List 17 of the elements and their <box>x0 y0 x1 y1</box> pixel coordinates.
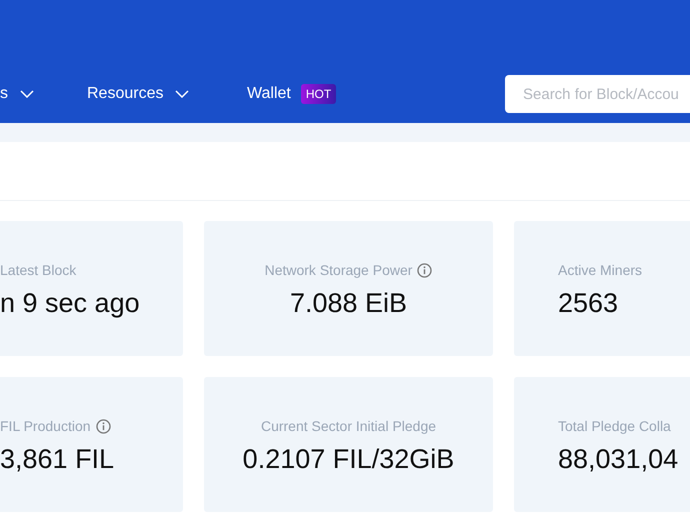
hot-badge: HOT <box>300 84 336 104</box>
search-field[interactable]: Search for Block/Accou <box>505 75 690 113</box>
stat-value: 0.2107 FIL/32GiB <box>242 444 454 475</box>
stat-label: Latest Block <box>0 262 76 278</box>
stat-value: 7.088 EiB <box>290 288 408 319</box>
stat-label: Total Pledge Colla <box>558 418 671 434</box>
nav-link[interactable]: s <box>0 85 8 103</box>
stat-value: 3,861 FIL <box>0 444 114 475</box>
stat-value: 88,031,04 <box>558 444 678 475</box>
stat-label: Active Miners <box>558 262 642 278</box>
stat-label: Current Sector Initial Pledge <box>260 418 436 434</box>
stat-value: n 9 sec ago <box>0 288 140 319</box>
nav-link[interactable]: Wallet <box>247 85 291 103</box>
nav-link[interactable]: Resources <box>87 85 164 103</box>
stat-label: Network Storage Power <box>264 262 412 278</box>
stat-label: FIL Production <box>0 418 91 434</box>
stat-value: 2563 <box>558 288 618 319</box>
